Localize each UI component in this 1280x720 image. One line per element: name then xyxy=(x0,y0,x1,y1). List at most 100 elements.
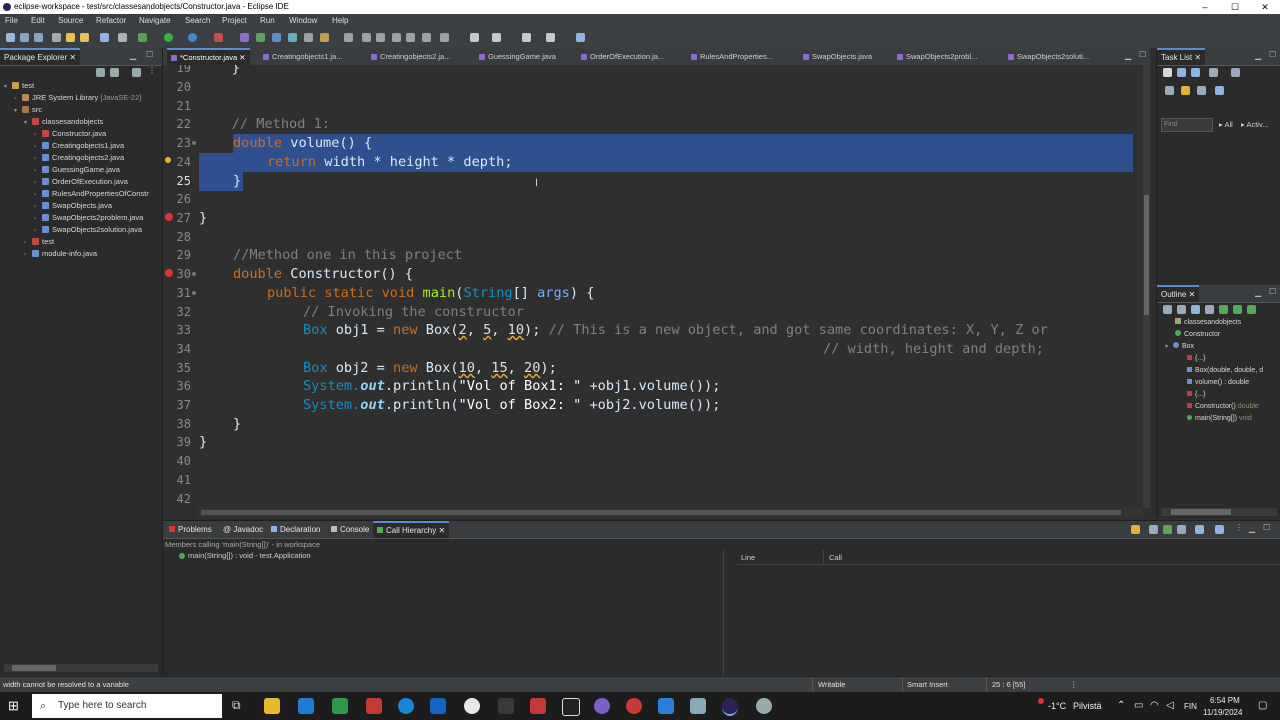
open-type-icon[interactable] xyxy=(288,33,297,42)
history-icon[interactable] xyxy=(1215,525,1224,534)
fold-marker-icon[interactable] xyxy=(192,141,196,145)
app-icon[interactable] xyxy=(562,698,580,716)
show-hidden-icons-icon[interactable]: ⌃ xyxy=(1117,700,1125,711)
scheduled-icon[interactable] xyxy=(1191,68,1200,77)
view-menu-icon[interactable]: ⋮ xyxy=(148,66,156,75)
focus-outline-icon[interactable] xyxy=(1247,305,1256,314)
outline-item-initializer[interactable]: {...} xyxy=(1187,389,1206,401)
app-icon[interactable] xyxy=(626,698,642,714)
toggle-mark-icon[interactable] xyxy=(362,33,371,42)
tab-creatingobjects2[interactable]: Creatingobjects2.ja... xyxy=(371,48,450,65)
tab-console[interactable]: Console xyxy=(327,521,373,538)
chrome-icon[interactable] xyxy=(464,698,480,714)
task-menu-icon[interactable] xyxy=(1215,86,1224,95)
warning-icon[interactable] xyxy=(165,157,171,163)
tree-item-project[interactable]: ▾ test xyxy=(4,80,34,92)
callee-hierarchy-icon[interactable] xyxy=(1149,525,1158,534)
undo-icon[interactable] xyxy=(66,33,75,42)
editor-hscroll-thumb[interactable] xyxy=(201,510,1121,515)
tab-creatingobjects1[interactable]: Creatingobjects1.ja... xyxy=(263,48,342,65)
open-perspective-icon[interactable] xyxy=(576,33,585,42)
clock-date[interactable]: 11/19/2024 xyxy=(1203,708,1242,717)
outline-item-constructor[interactable]: Constructor() double xyxy=(1187,401,1259,413)
explorer-hscrollbar[interactable] xyxy=(4,664,158,672)
new-package-icon[interactable] xyxy=(256,33,265,42)
file-explorer-icon[interactable] xyxy=(264,698,280,714)
tree-item-file[interactable]: › RulesAndPropertiesOfConstr xyxy=(34,188,149,200)
tab-swapobjects2problem[interactable]: SwapObjects2probl... xyxy=(897,48,977,65)
editor-vscrollbar[interactable] xyxy=(1143,65,1150,508)
menu-refactor[interactable]: Refactor xyxy=(96,14,126,28)
hide-completed-icon[interactable] xyxy=(1209,68,1218,77)
pin-view-icon[interactable] xyxy=(1195,525,1204,534)
tree-item-file[interactable]: › OrderOfExecution.java xyxy=(34,176,128,188)
coverage-icon[interactable] xyxy=(188,33,197,42)
menu-search[interactable]: Search xyxy=(185,14,210,28)
app-icon[interactable] xyxy=(756,698,772,714)
app-icon[interactable] xyxy=(690,698,706,714)
outline-item-initializer[interactable]: {...} xyxy=(1187,353,1206,365)
app-icon[interactable] xyxy=(594,698,610,714)
back-arrow-icon[interactable] xyxy=(492,33,501,42)
tree-item-file[interactable]: › module-info.java xyxy=(24,248,97,260)
outline-item-method[interactable]: main(String[]) void xyxy=(1187,413,1252,425)
app-icon[interactable] xyxy=(332,698,348,714)
tree-item-package[interactable]: › test xyxy=(24,236,54,248)
sort-icon[interactable] xyxy=(1163,305,1172,314)
forward-icon[interactable] xyxy=(546,33,555,42)
call-hierarchy-row[interactable]: main(String[]) : void - test.Application xyxy=(179,551,311,560)
network-icon[interactable]: ▭ xyxy=(1134,700,1143,711)
tab-orderofexecution[interactable]: OrderOfExecution.ja... xyxy=(581,48,664,65)
task-find-input[interactable]: Find xyxy=(1161,118,1213,132)
maximize-button[interactable]: ☐ xyxy=(1220,0,1250,14)
notification-icon[interactable]: ▢ xyxy=(1258,700,1267,711)
fold-marker-icon[interactable] xyxy=(192,272,196,276)
show-whitespace-icon[interactable] xyxy=(406,33,415,42)
error-icon[interactable] xyxy=(165,213,173,221)
column-header-line[interactable]: Line xyxy=(741,553,755,562)
format-icon[interactable] xyxy=(422,33,431,42)
weather-temp[interactable]: -1°C xyxy=(1048,701,1066,711)
sync-icon[interactable] xyxy=(1181,86,1190,95)
link-icon[interactable] xyxy=(1233,305,1242,314)
app-icon[interactable] xyxy=(298,698,314,714)
outlook-icon[interactable] xyxy=(430,698,446,714)
print-icon[interactable] xyxy=(52,33,61,42)
tab-declaration[interactable]: Declaration xyxy=(267,521,324,538)
clock-time[interactable]: 6:54 PM xyxy=(1210,696,1240,705)
last-edit-icon[interactable] xyxy=(440,33,449,42)
menu-help[interactable]: Help xyxy=(332,14,348,28)
tab-outline[interactable]: Outline ✕ xyxy=(1157,285,1200,302)
menu-file[interactable]: File xyxy=(5,14,18,28)
new-java-project-icon[interactable] xyxy=(240,33,249,42)
taskbar-search[interactable]: ⌕ Type here to search xyxy=(32,694,222,718)
tab-call-hierarchy[interactable]: Call Hierarchy ✕ xyxy=(373,521,450,538)
maximize-view-icon[interactable]: ☐ xyxy=(1269,50,1276,59)
tree-item-file[interactable]: › Creatingobjects2.java xyxy=(34,152,124,164)
close-button[interactable]: ✕ xyxy=(1250,0,1280,14)
minimize-view-icon[interactable]: ▁ xyxy=(1255,51,1261,60)
view-menu-icon[interactable]: ⋮ xyxy=(1235,523,1243,532)
editor-vscroll-thumb[interactable] xyxy=(1144,195,1149,315)
app-icon[interactable] xyxy=(498,698,514,714)
outline-item-class[interactable]: Constructor xyxy=(1175,329,1220,341)
tree-item-file[interactable]: › Constructor.java xyxy=(34,128,106,140)
collapse-icon[interactable] xyxy=(1165,86,1174,95)
maximize-view-icon[interactable]: ☐ xyxy=(1263,523,1270,532)
tree-item-file[interactable]: › SwapObjects2problem.java xyxy=(34,212,143,224)
edge-icon[interactable] xyxy=(398,698,414,714)
eclipse-taskbar-icon[interactable] xyxy=(722,698,738,716)
tab-task-list[interactable]: Task List ✕ xyxy=(1157,48,1206,65)
external-tools-icon[interactable] xyxy=(214,33,223,42)
language-indicator[interactable]: FIN xyxy=(1184,702,1197,711)
menu-source[interactable]: Source xyxy=(58,14,83,28)
tab-package-explorer[interactable]: Package Explorer ✕ xyxy=(0,48,81,65)
new-class-icon[interactable] xyxy=(272,33,281,42)
explorer-scroll-thumb[interactable] xyxy=(12,665,56,671)
status-insert-mode[interactable]: Smart Insert xyxy=(907,677,948,693)
editor-hscrollbar[interactable] xyxy=(197,508,1143,517)
maximize-view-icon[interactable]: ☐ xyxy=(146,50,153,59)
categorized-icon[interactable] xyxy=(1177,68,1186,77)
menu-run[interactable]: Run xyxy=(260,14,275,28)
column-header-call[interactable]: Call xyxy=(829,553,842,562)
